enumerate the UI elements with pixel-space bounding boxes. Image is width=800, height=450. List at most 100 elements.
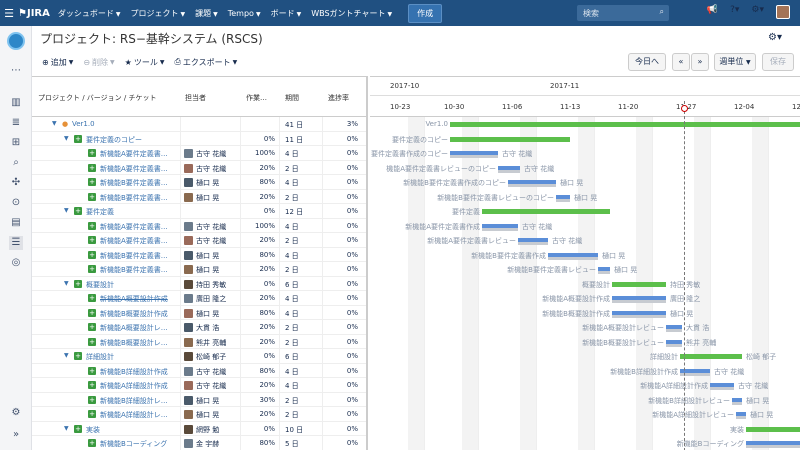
table-row[interactable]: + 新機能A概要設計作成 廣田 隆之 20% 4 日 0% [32,291,366,306]
task-bar[interactable] [450,151,498,158]
task-bar[interactable] [666,339,682,347]
task-name[interactable]: 要件定義のコピー [86,135,142,145]
table-row[interactable]: + 新機能A概要設計レ… 大貫 浩 20% 2 日 0% [32,320,366,335]
save-button[interactable]: 保存 [762,53,794,71]
task-name[interactable]: 実装 [86,425,100,435]
puzzle-icon[interactable]: ✣ [9,176,23,190]
task-name[interactable]: 新機能B要件定義書… [100,251,168,261]
task-name[interactable]: 要件定義 [86,207,114,217]
task-name[interactable]: 新機能A要件定義書… [100,149,168,159]
settings-gear-icon[interactable]: ⚙▾ [751,5,764,19]
table-row[interactable]: ▼ ● Ver1.0 41 日 3% [32,117,366,132]
user-avatar[interactable] [776,5,790,19]
prev-button[interactable]: « [672,53,690,71]
task-bar[interactable] [508,180,556,187]
task-name[interactable]: 新機能B要件定義書… [100,265,168,275]
task-name[interactable]: 新機能A詳細設計レ… [100,410,168,420]
expand-sidebar-icon[interactable]: » [9,428,23,442]
table-row[interactable]: + 新機能B要件定義書… 樋口 晃 80% 4 日 0% [32,175,366,190]
collapse-icon[interactable]: ▼ [52,120,57,127]
task-bar[interactable] [710,383,734,390]
task-name[interactable]: 新機能A要件定義書… [100,164,168,174]
help-icon[interactable]: ?▾ [730,5,739,19]
task-bar[interactable] [732,397,742,405]
settings-icon[interactable]: ⚙ [9,406,23,420]
task-name[interactable]: 新機能B詳細設計作成 [100,367,168,377]
table-row[interactable]: + 新機能Bコーディング 金 宇赫 80% 5 日 0% [32,436,366,450]
task-bar[interactable] [598,267,610,274]
collapse-icon[interactable]: ▼ [64,135,69,142]
task-name[interactable]: 新機能B概要設計作成 [100,309,168,319]
scale-select[interactable]: 週単位 ▼ [714,53,756,71]
target-icon[interactable]: ◎ [9,256,23,270]
collapse-icon[interactable]: ▼ [64,425,69,432]
table-row[interactable]: ▼ + 実装 網野 勉 0% 10 日 0% [32,422,366,436]
backlog-icon[interactable]: ≣ [9,116,23,130]
task-name[interactable]: 新機能B概要設計レ… [100,338,168,348]
gantt-icon[interactable]: ☰ [9,236,23,250]
task-name[interactable]: 概要設計 [86,280,114,290]
table-row[interactable]: + 新機能B詳細設計作成 古守 花織 80% 4 日 0% [32,364,366,378]
task-name[interactable]: 新機能A概要設計作成 [100,294,168,304]
task-bar[interactable] [518,238,548,245]
table-icon[interactable]: ▤ [9,216,23,230]
summary-bar[interactable] [612,281,666,287]
jira-logo[interactable]: ⚑ JIRA [18,8,50,19]
task-bar[interactable] [498,165,520,173]
task-name[interactable]: 詳細設計 [86,352,114,362]
table-row[interactable]: + 新機能A要件定義書… 古守 花織 20% 2 日 0% [32,161,366,175]
table-row[interactable]: ▼ + 要件定義のコピー 0% 11 日 0% [32,132,366,146]
nav-tempo[interactable]: Tempo ▼ [228,9,261,18]
col-effort[interactable]: 作業… [246,93,267,103]
table-row[interactable]: + 新機能B要件定義書… 樋口 晃 80% 4 日 0% [32,248,366,262]
nav-issues[interactable]: 課題 ▼ [195,8,218,19]
task-name[interactable]: 新機能B詳細設計レ… [100,396,168,406]
task-bar[interactable] [746,441,800,448]
task-name[interactable]: 新機能B要件定義書… [100,193,168,203]
delete-button[interactable]: ⊖ 削除 ▼ [83,57,114,68]
export-button[interactable]: ⎙ エクスポート ▼ [174,57,237,68]
summary-bar[interactable] [450,122,800,127]
task-name[interactable]: 新機能Bコーディング [100,439,167,449]
table-row[interactable]: ▼ + 概要設計 持田 秀敏 0% 6 日 0% [32,277,366,291]
table-row[interactable]: + 新機能A詳細設計レ… 樋口 晃 20% 2 日 0% [32,407,366,422]
task-name[interactable]: 新機能A要件定義書… [100,222,168,232]
task-bar[interactable] [666,325,682,332]
task-bar[interactable] [612,310,666,318]
megaphone-icon[interactable]: 📢 [707,5,718,19]
summary-bar[interactable] [680,354,742,359]
board-icon[interactable]: ▥ [9,96,23,110]
task-bar[interactable] [548,252,598,260]
col-assignee[interactable]: 担当者 [185,93,206,103]
task-name[interactable]: 新機能A要件定義書… [100,236,168,246]
app-switcher-icon[interactable]: ☰ [0,7,18,20]
task-bar[interactable] [482,223,518,231]
summary-bar[interactable] [746,426,800,432]
summary-bar[interactable] [482,209,610,214]
table-row[interactable]: + 新機能A要件定義書… 古守 花織 100% 4 日 0% [32,219,366,233]
table-row[interactable]: + 新機能B概要設計作成 樋口 晃 80% 4 日 0% [32,306,366,320]
table-row[interactable]: + 新機能A要件定義書… 古守 花織 20% 2 日 0% [32,233,366,248]
table-row[interactable]: + 新機能B詳細設計レ… 樋口 晃 30% 2 日 0% [32,393,366,407]
nav-wbs-gantt[interactable]: WBSガントチャート ▼ [311,8,392,19]
col-progress[interactable]: 進捗率 [328,93,349,103]
collapse-icon[interactable]: ▼ [64,207,69,214]
tools-button[interactable]: ★ ツール ▼ [125,57,165,68]
nav-boards[interactable]: ボード ▼ [271,8,302,19]
search-input[interactable]: 検索 ⌕ [577,5,669,21]
col-project[interactable]: プロジェクト / バージョン / チケット [38,93,156,103]
collapse-icon[interactable]: ▼ [64,280,69,287]
table-row[interactable]: + 新機能A詳細設計作成 古守 花織 20% 4 日 0% [32,378,366,393]
col-period[interactable]: 期間 [285,93,299,103]
create-button[interactable]: 作成 [408,3,443,23]
table-row[interactable]: + 新機能B要件定義書… 樋口 晃 20% 2 日 0% [32,190,366,204]
page-settings-icon[interactable]: ⚙▾ [768,32,782,43]
search-filter-icon[interactable]: ⌕ [9,156,23,170]
nav-projects[interactable]: プロジェクト ▼ [130,8,185,19]
release-icon[interactable]: ⊙ [9,196,23,210]
table-row[interactable]: ▼ + 要件定義 0% 12 日 0% [32,204,366,219]
table-row[interactable]: ▼ + 詳細設計 松崎 郁子 0% 6 日 0% [32,349,366,364]
table-row[interactable]: + 新機能B要件定義書… 樋口 晃 20% 2 日 0% [32,262,366,277]
summary-bar[interactable] [450,136,570,142]
next-button[interactable]: » [691,53,709,71]
